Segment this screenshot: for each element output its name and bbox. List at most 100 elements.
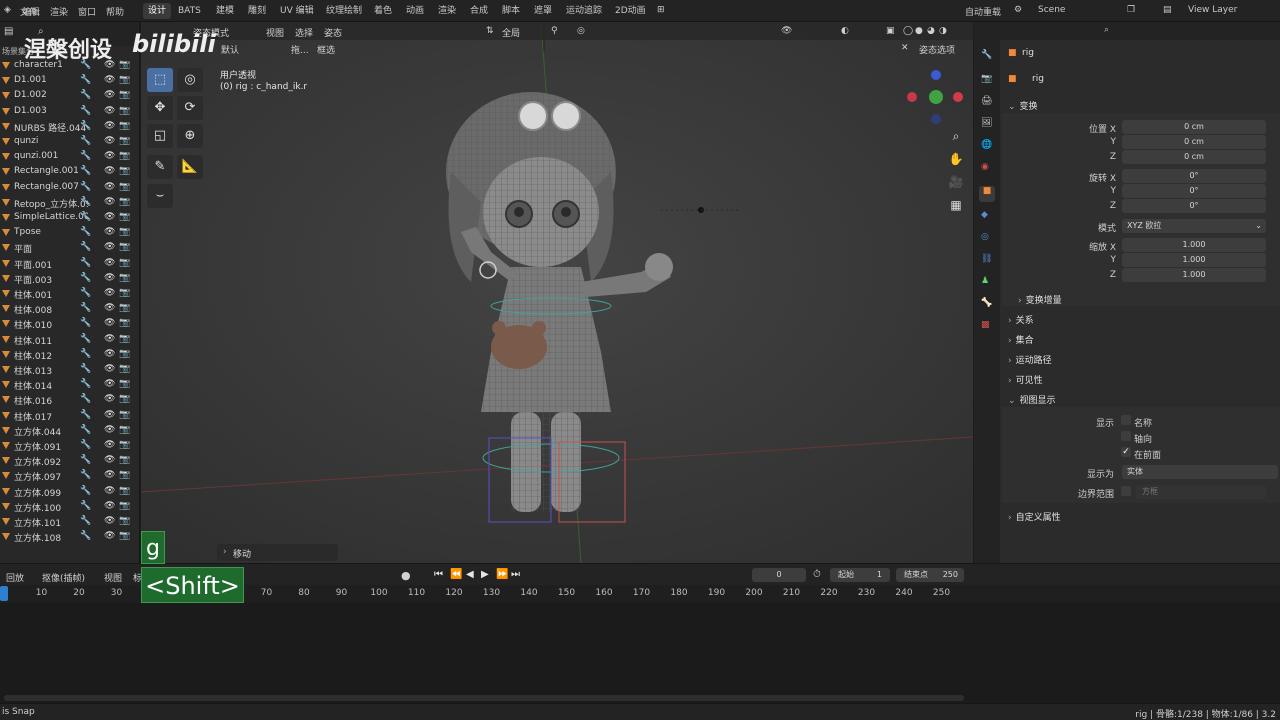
- select-mode-dropdown[interactable]: 框选: [317, 43, 335, 56]
- shading-material-icon[interactable]: ◕: [927, 26, 935, 36]
- menu-select[interactable]: 选择: [295, 26, 313, 39]
- tab-mask[interactable]: 遮罩: [529, 3, 557, 19]
- outliner-item[interactable]: 柱体.010 🔧 👁 📷: [0, 316, 138, 331]
- outliner-item[interactable]: 立方体.100 🔧 👁 📷: [0, 499, 138, 514]
- eye-icon[interactable]: 👁: [104, 151, 115, 161]
- tab-bats[interactable]: BATS: [173, 3, 206, 19]
- outliner-item[interactable]: NURBS 路径.044 🔧 👁 📷: [0, 119, 138, 134]
- show-in-front-checkbox[interactable]: ✓: [1121, 447, 1131, 457]
- play-reverse-icon[interactable]: ◀: [466, 569, 474, 580]
- jump-end-icon[interactable]: ⏭: [511, 569, 520, 580]
- custom-properties-section[interactable]: › 自定义属性: [1008, 510, 1061, 523]
- outliner-item[interactable]: 柱体.008 🔧 👁 📷: [0, 301, 138, 316]
- render-camera-icon[interactable]: 📷: [119, 364, 130, 374]
- eye-icon[interactable]: 👁: [104, 349, 115, 359]
- menu-pose[interactable]: 姿态: [324, 26, 342, 39]
- timeline-scrollbar[interactable]: [4, 695, 964, 701]
- eye-icon[interactable]: 👁: [104, 227, 115, 237]
- render-camera-icon[interactable]: 📷: [119, 501, 130, 511]
- motion-paths-section[interactable]: › 运动路径: [1008, 353, 1052, 366]
- shading-solid-icon[interactable]: ●: [915, 26, 923, 36]
- modifier-icon[interactable]: 🔧: [80, 197, 91, 207]
- outliner-item[interactable]: 平面.003 🔧 👁 📷: [0, 271, 138, 286]
- rotation-y-field[interactable]: 0°: [1122, 184, 1266, 198]
- menu-help[interactable]: 帮助: [106, 5, 124, 18]
- proportional-icon[interactable]: ◎: [577, 26, 585, 36]
- tab-modeling[interactable]: 建模: [211, 3, 239, 19]
- outliner-item[interactable]: 柱体.017 🔧 👁 📷: [0, 408, 138, 423]
- relations-section[interactable]: › 关系: [1008, 313, 1034, 326]
- shading-wire-icon[interactable]: ◯: [903, 26, 913, 36]
- eye-icon[interactable]: 👁: [104, 425, 115, 435]
- scene-tab-icon[interactable]: 🌐: [981, 140, 992, 150]
- xray-icon[interactable]: ▣: [886, 26, 895, 36]
- modifier-icon[interactable]: 🔧: [80, 273, 91, 283]
- viewport-display-section[interactable]: ⌄ 视图显示: [1008, 393, 1056, 406]
- modifier-icon[interactable]: 🔧: [80, 470, 91, 480]
- eye-icon[interactable]: 👁: [104, 501, 115, 511]
- render-camera-icon[interactable]: 📷: [119, 60, 130, 70]
- physics-tab-icon[interactable]: ◎: [981, 232, 989, 242]
- modifier-icon[interactable]: 🔧: [80, 242, 91, 252]
- playhead[interactable]: [0, 586, 8, 601]
- eye-icon[interactable]: 👁: [104, 75, 115, 85]
- new-scene-icon[interactable]: ❐: [1127, 5, 1135, 15]
- modifier-icon[interactable]: 🔧: [80, 364, 91, 374]
- render-camera-icon[interactable]: 📷: [119, 410, 130, 420]
- tab-2d-animation[interactable]: 2D动画: [610, 3, 651, 19]
- rotate-tool[interactable]: ⟳: [177, 96, 203, 120]
- view-layer-tab-icon[interactable]: 🖼: [981, 118, 992, 128]
- outliner-item[interactable]: qunzi.001 🔧 👁 📷: [0, 149, 138, 164]
- eye-icon[interactable]: 👁: [104, 303, 115, 313]
- prev-keyframe-icon[interactable]: ⏪: [450, 569, 462, 580]
- render-camera-icon[interactable]: 📷: [119, 334, 130, 344]
- eye-icon[interactable]: 👁: [104, 486, 115, 496]
- render-camera-icon[interactable]: 📷: [119, 106, 130, 116]
- tab-animation[interactable]: 动画: [401, 3, 429, 19]
- render-camera-icon[interactable]: 📷: [119, 394, 130, 404]
- rotation-z-field[interactable]: 0°: [1122, 199, 1266, 213]
- perspective-grid-icon[interactable]: ▦: [946, 195, 966, 215]
- start-frame-field[interactable]: 起始 1: [830, 568, 890, 582]
- render-camera-icon[interactable]: 📷: [119, 151, 130, 161]
- eye-icon[interactable]: 👁: [104, 106, 115, 116]
- shading-render-icon[interactable]: ◑: [939, 26, 947, 36]
- display-as-dropdown[interactable]: 实体: [1122, 465, 1278, 479]
- scale-y-field[interactable]: 1.000: [1122, 253, 1266, 267]
- modifier-icon[interactable]: 🔧: [80, 212, 91, 222]
- eye-icon[interactable]: 👁: [104, 364, 115, 374]
- scene-icon[interactable]: ⚙: [1014, 5, 1022, 15]
- object-data-icon[interactable]: ■: [1008, 74, 1017, 84]
- bounds-dropdown[interactable]: 方框: [1136, 485, 1266, 499]
- outliner-item[interactable]: 立方体.099 🔧 👁 📷: [0, 484, 138, 499]
- menu-edit[interactable]: 编辑: [22, 5, 40, 18]
- output-tab-icon[interactable]: 🖨: [981, 96, 992, 106]
- eye-icon[interactable]: 👁: [104, 394, 115, 404]
- auto-reload-label[interactable]: 自动重载: [965, 5, 1001, 18]
- constraints-tab-icon[interactable]: ⛓: [981, 254, 992, 264]
- scale-tool[interactable]: ◱: [147, 124, 173, 148]
- outliner-item[interactable]: D1.002 🔧 👁 📷: [0, 88, 138, 103]
- render-camera-icon[interactable]: 📷: [119, 242, 130, 252]
- search-icon[interactable]: ⌕: [1104, 25, 1109, 35]
- outliner-item[interactable]: 柱体.013 🔧 👁 📷: [0, 362, 138, 377]
- modifier-icon[interactable]: 🔧: [80, 349, 91, 359]
- play-icon[interactable]: ▶: [481, 569, 489, 580]
- gizmo-z-axis[interactable]: [931, 70, 941, 80]
- render-camera-icon[interactable]: 📷: [119, 273, 130, 283]
- outliner-item[interactable]: 立方体.091 🔧 👁 📷: [0, 438, 138, 453]
- pose-options-label[interactable]: 姿态选项: [919, 43, 955, 56]
- outliner-item[interactable]: SimpleLattice.001 🔧 👁 📷: [0, 210, 138, 225]
- modifier-icon[interactable]: 🔧: [80, 334, 91, 344]
- eye-icon[interactable]: 👁: [104, 379, 115, 389]
- tab-uv[interactable]: UV 编辑: [275, 3, 319, 19]
- modifier-icon[interactable]: 🔧: [80, 410, 91, 420]
- modifier-icon[interactable]: 🔧: [80, 486, 91, 496]
- menu-view[interactable]: 视图: [266, 26, 284, 39]
- scale-x-field[interactable]: 1.000: [1122, 238, 1266, 252]
- render-camera-icon[interactable]: 📷: [119, 197, 130, 207]
- modifier-icon[interactable]: 🔧: [80, 394, 91, 404]
- eye-icon[interactable]: 👁: [104, 410, 115, 420]
- tab-scripting[interactable]: 脚本: [497, 3, 525, 19]
- menu-render[interactable]: 渲染: [50, 5, 68, 18]
